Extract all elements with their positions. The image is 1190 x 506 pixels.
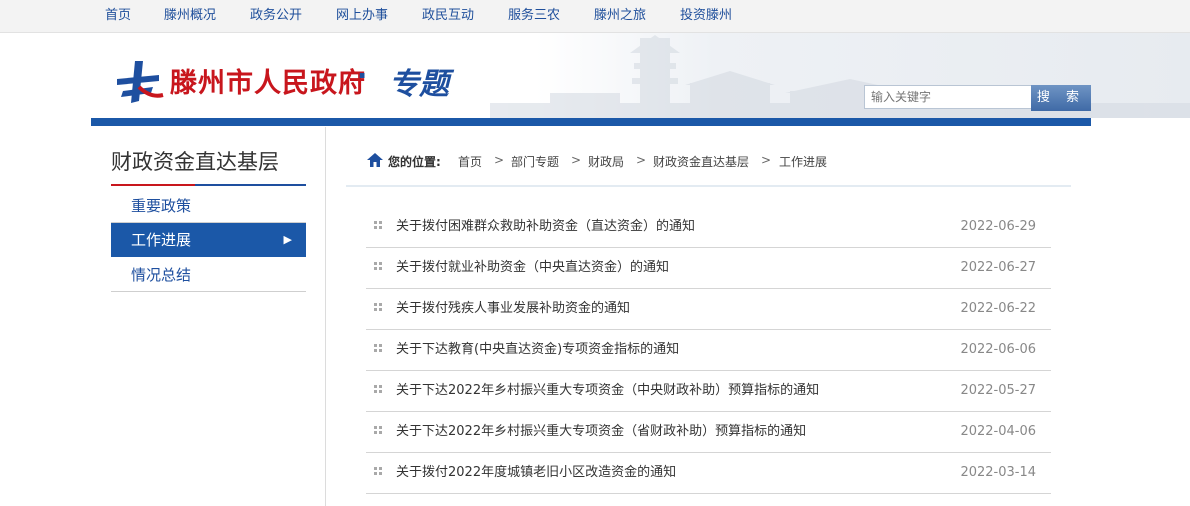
article-date: 2022-06-06 bbox=[960, 342, 1036, 357]
breadcrumb-department-topics[interactable]: 部门专题 bbox=[511, 153, 559, 170]
nav-online-services[interactable]: 网上办事 bbox=[336, 0, 388, 32]
article-date: 2022-06-29 bbox=[960, 219, 1036, 234]
article-title[interactable]: 关于下达2022年乡村振兴重大专项资金（中央财政补助）预算指标的通知 bbox=[396, 370, 819, 411]
list-item[interactable]: 关于拨付就业补助资金（中央直达资金）的通知 2022-06-27 bbox=[366, 247, 1051, 289]
sidebar-item-label: 情况总结 bbox=[131, 266, 192, 284]
site-header: 滕州市人民政府 · 专题 搜 索 bbox=[0, 33, 1190, 118]
list-item[interactable]: 关于拨付困难群众救助补助资金（直达资金）的通知 2022-06-29 bbox=[366, 206, 1051, 248]
nav-agriculture[interactable]: 服务三农 bbox=[508, 0, 560, 32]
bullet-icon bbox=[374, 344, 382, 352]
article-date: 2022-04-06 bbox=[960, 424, 1036, 439]
column-divider bbox=[325, 127, 326, 506]
search-button[interactable]: 搜 索 bbox=[1031, 85, 1091, 111]
breadcrumb-underline bbox=[346, 185, 1071, 187]
nav-investment[interactable]: 投资滕州 bbox=[680, 0, 732, 32]
header-accent-bar bbox=[91, 118, 1091, 126]
bullet-icon bbox=[374, 467, 382, 475]
sidebar-title-underline-red bbox=[111, 184, 195, 186]
site-logo-icon bbox=[117, 61, 164, 103]
nav-overview[interactable]: 滕州概况 bbox=[164, 0, 216, 32]
sidebar-item-important-policies[interactable]: 重要政策 bbox=[111, 189, 306, 223]
chevron-right-icon: ▶ bbox=[283, 233, 292, 246]
breadcrumb-separator: > bbox=[761, 153, 772, 167]
bullet-icon bbox=[374, 262, 382, 270]
article-date: 2022-05-27 bbox=[960, 383, 1036, 398]
article-title[interactable]: 关于拨付困难群众救助补助资金（直达资金）的通知 bbox=[396, 206, 695, 247]
search-input[interactable] bbox=[864, 85, 1032, 109]
breadcrumb-separator: > bbox=[571, 153, 582, 167]
breadcrumb-work-progress[interactable]: 工作进展 bbox=[779, 153, 827, 170]
list-item[interactable]: 关于下达教育(中央直达资金)专项资金指标的通知 2022-06-06 bbox=[366, 329, 1051, 371]
list-item[interactable]: 关于拨付残疾人事业发展补助资金的通知 2022-06-22 bbox=[366, 288, 1051, 330]
article-title[interactable]: 关于拨付2022年度城镇老旧小区改造资金的通知 bbox=[396, 452, 676, 493]
nav-tourism[interactable]: 滕州之旅 bbox=[594, 0, 646, 32]
article-title[interactable]: 关于下达教育(中央直达资金)专项资金指标的通知 bbox=[396, 329, 679, 370]
sidebar-item-summary[interactable]: 情况总结 bbox=[111, 258, 306, 292]
sidebar-item-work-progress[interactable]: 工作进展 ▶ bbox=[111, 223, 306, 257]
nav-interaction[interactable]: 政民互动 bbox=[422, 0, 474, 32]
article-title[interactable]: 关于拨付就业补助资金（中央直达资金）的通知 bbox=[396, 247, 669, 288]
nav-gov-affairs[interactable]: 政务公开 bbox=[250, 0, 302, 32]
breadcrumb-label: 您的位置: bbox=[388, 155, 441, 169]
sidebar-item-label: 重要政策 bbox=[131, 197, 192, 215]
breadcrumb-separator: > bbox=[494, 153, 505, 167]
sidebar-title-underline-blue bbox=[195, 184, 306, 186]
sidebar-item-label: 工作进展 bbox=[131, 231, 192, 249]
article-date: 2022-03-14 bbox=[960, 465, 1036, 480]
article-title[interactable]: 关于下达2022年乡村振兴重大专项资金（省财政补助）预算指标的通知 bbox=[396, 411, 806, 452]
breadcrumb-finance-bureau[interactable]: 财政局 bbox=[588, 153, 624, 170]
home-icon bbox=[367, 153, 383, 167]
breadcrumb-separator: > bbox=[636, 153, 647, 167]
bullet-icon bbox=[374, 221, 382, 229]
sidebar-divider bbox=[111, 291, 306, 292]
bullet-icon bbox=[374, 426, 382, 434]
section-name: 专题 bbox=[389, 67, 449, 102]
sidebar-title: 财政资金直达基层 bbox=[111, 150, 279, 174]
top-nav: 首页 滕州概况 政务公开 网上办事 政民互动 服务三农 滕州之旅 投资滕州 bbox=[0, 0, 1190, 33]
list-item[interactable]: 关于下达2022年乡村振兴重大专项资金（中央财政补助）预算指标的通知 2022-… bbox=[366, 370, 1051, 412]
list-item[interactable]: 关于下达2022年乡村振兴重大专项资金（省财政补助）预算指标的通知 2022-0… bbox=[366, 411, 1051, 453]
breadcrumb-home[interactable]: 首页 bbox=[458, 153, 482, 170]
title-separator-dot: · bbox=[357, 61, 368, 92]
bullet-icon bbox=[374, 303, 382, 311]
site-name: 滕州市人民政府 bbox=[170, 68, 366, 99]
list-item[interactable]: 关于拨付2022年度城镇老旧小区改造资金的通知 2022-03-14 bbox=[366, 452, 1051, 494]
article-title[interactable]: 关于拨付残疾人事业发展补助资金的通知 bbox=[396, 288, 630, 329]
nav-home[interactable]: 首页 bbox=[105, 0, 131, 32]
breadcrumb-direct-funds[interactable]: 财政资金直达基层 bbox=[653, 153, 749, 170]
bullet-icon bbox=[374, 385, 382, 393]
article-date: 2022-06-22 bbox=[960, 301, 1036, 316]
article-date: 2022-06-27 bbox=[960, 260, 1036, 275]
